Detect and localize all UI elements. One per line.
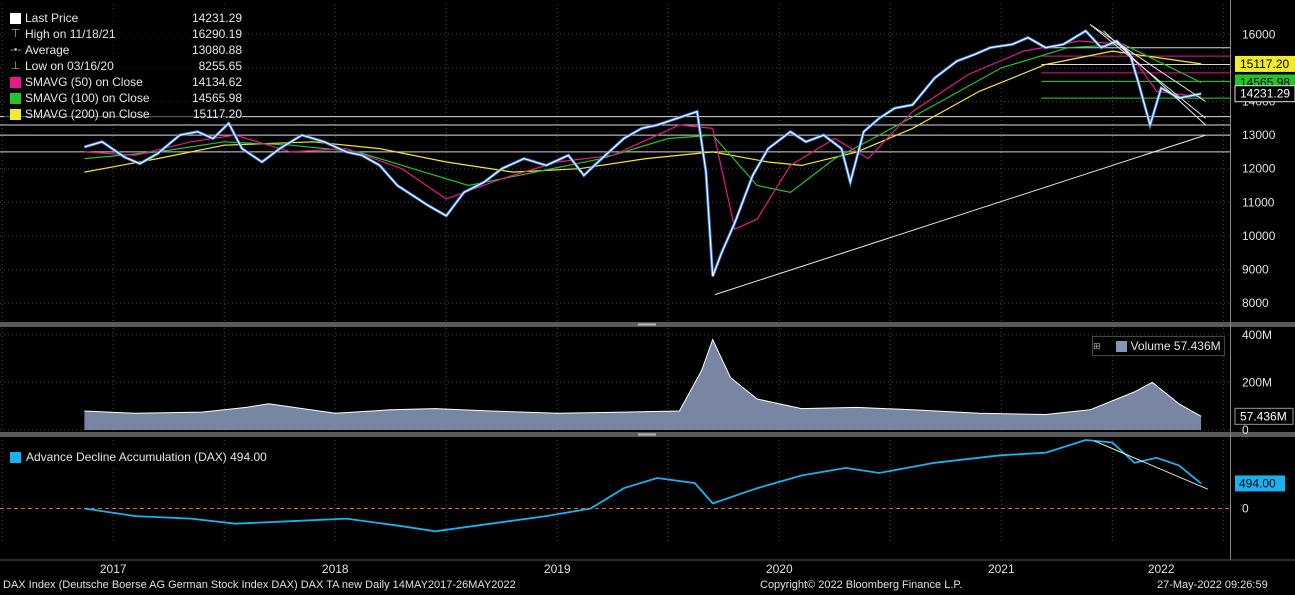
- pane-handle: [638, 433, 656, 436]
- sma100-line: [84, 43, 1202, 193]
- legend-label: SMAVG (200) on Close: [25, 107, 150, 121]
- legend-swatch: [10, 92, 21, 104]
- x-tick-label: 2021: [988, 562, 1015, 576]
- ad-value: 494.00: [230, 450, 267, 464]
- legend-row[interactable]: ⊥ Low on 03/16/20 8255.65: [4, 58, 242, 74]
- legend-row[interactable]: SMAVG (200) on Close 15117.20: [4, 106, 242, 122]
- legend-glyph-icon: -•-: [10, 44, 22, 56]
- legend-value: 14231.29: [191, 11, 242, 25]
- x-tick-label: 2018: [322, 562, 349, 576]
- legend-label: High on 11/18/21: [25, 27, 116, 41]
- price-tag-label: 15117.20: [1240, 57, 1289, 71]
- volume-legend[interactable]: ⊞ Volume 57.436M: [1092, 336, 1225, 356]
- legend-glyph-icon: ⊥: [10, 60, 21, 72]
- volume-tick-label: 0: [1242, 423, 1249, 437]
- legend-row[interactable]: Last Price 14231.29: [4, 10, 242, 26]
- footer-description: DAX Index (Deutsche Boerse AG German Sto…: [3, 579, 516, 591]
- price-legend: Last Price 14231.29 ⊤ High on 11/18/21 16290…: [4, 10, 242, 122]
- legend-value: 16290.19: [191, 27, 242, 41]
- legend-label: Low on 03/16/20: [25, 59, 114, 73]
- ad-tick-label: 0: [1242, 501, 1249, 515]
- legend-value: 13080.88: [191, 43, 242, 57]
- legend-row[interactable]: SMAVG (100) on Close 14565.98: [4, 90, 242, 106]
- ad-trendline: [1094, 440, 1208, 490]
- expand-icon[interactable]: ⊞: [1093, 341, 1101, 352]
- legend-value: 14134.62: [191, 75, 242, 89]
- price-tick-label: 12000: [1242, 162, 1276, 176]
- volume-tick-label: 400M: [1242, 328, 1272, 342]
- legend-label: Average: [25, 43, 70, 57]
- ad-label: Advance Decline Accumulation (DAX): [26, 450, 227, 464]
- price-series: [83, 28, 1202, 277]
- price-tick-label: 10000: [1242, 229, 1276, 243]
- volume-label: Volume: [1130, 339, 1171, 353]
- volume-swatch: [1115, 340, 1127, 352]
- legend-row[interactable]: ⊤ High on 11/18/21 16290.19: [4, 26, 242, 42]
- legend-row[interactable]: -•- Average 13080.88: [4, 42, 242, 58]
- x-tick-label: 2019: [544, 562, 571, 576]
- pane-handle: [638, 323, 656, 326]
- price-tick-label: 8000: [1242, 296, 1269, 310]
- legend-value: 8255.65: [198, 59, 242, 73]
- footer-copyright: Copyright© 2022 Bloomberg Finance L.P.: [760, 579, 963, 591]
- price-tick-label: 16000: [1242, 27, 1276, 41]
- volume-tick-label: 200M: [1242, 375, 1272, 389]
- legend-label: Last Price: [25, 11, 79, 25]
- ad-swatch: [10, 451, 21, 463]
- price-tick-label: 11000: [1242, 195, 1275, 209]
- volume-value-tag-label: 57.436M: [1240, 409, 1287, 423]
- legend-swatch: [10, 108, 21, 120]
- legend-value: 14565.98: [191, 91, 242, 105]
- x-tick-label: 2020: [766, 562, 793, 576]
- volume-value: 57.436M: [1173, 339, 1221, 353]
- volume-avg-line: [84, 338, 1202, 417]
- footer-timestamp: 27-May-2022 09:26:59: [1157, 579, 1268, 591]
- price-tags: 15117.2014565.9814231.29: [1234, 55, 1295, 103]
- ad-value-tag-label: 494.00: [1239, 476, 1276, 490]
- price-tag-label: 14231.29: [1240, 87, 1290, 101]
- volume-area: [84, 339, 1202, 430]
- legend-swatch: [10, 12, 21, 24]
- legend-swatch: [10, 76, 21, 88]
- legend-label: SMAVG (50) on Close: [25, 75, 143, 89]
- price-shadow-line: [83, 28, 1202, 277]
- ad-legend[interactable]: Advance Decline Accumulation (DAX) 494.0…: [6, 448, 302, 466]
- legend-row[interactable]: SMAVG (50) on Close 14134.62: [4, 74, 242, 90]
- price-tick-label: 13000: [1242, 128, 1276, 142]
- legend-glyph-icon: ⊤: [10, 28, 21, 40]
- trendline: [714, 134, 1206, 296]
- price-tick-label: 9000: [1242, 263, 1269, 277]
- trendline: [1089, 24, 1206, 102]
- legend-label: SMAVG (100) on Close: [25, 91, 150, 105]
- x-tick-label: 2017: [100, 562, 127, 576]
- legend-value: 15117.20: [192, 107, 242, 121]
- x-tick-label: 2022: [1148, 562, 1175, 576]
